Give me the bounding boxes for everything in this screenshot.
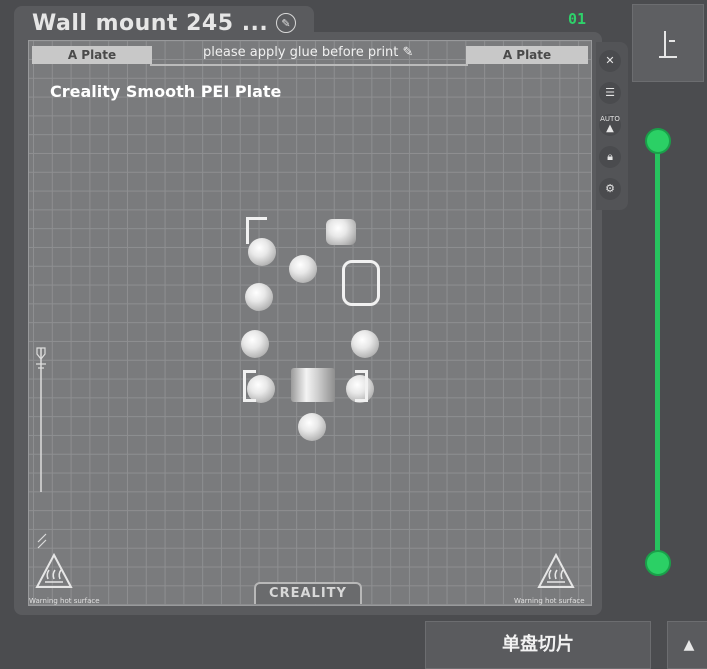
plate-notice-text: please apply glue before print — [203, 45, 399, 60]
model-part[interactable] — [291, 368, 335, 402]
model-part[interactable] — [351, 330, 379, 358]
plate-tab-left: A Plate — [32, 46, 152, 64]
chevron-up-icon: ▲ — [683, 637, 695, 653]
view-toggle-button[interactable] — [632, 4, 704, 82]
more-options-button[interactable]: ▲ — [667, 621, 707, 669]
layer-slider-bottom-handle[interactable] — [645, 550, 671, 576]
hot-surface-warning-icon — [537, 552, 575, 588]
slice-plate-button[interactable]: 单盘切片 — [425, 621, 651, 669]
model-part[interactable] — [243, 370, 256, 402]
pencil-icon: ✎ — [402, 45, 414, 60]
hot-surface-warning-icon — [35, 552, 73, 588]
auto-arrange-icon: ▲ — [606, 123, 614, 134]
pencil-icon: ✎ — [281, 17, 291, 30]
layer-view-icon — [659, 31, 677, 58]
model-part[interactable] — [248, 238, 276, 266]
model-part[interactable] — [355, 370, 368, 402]
gear-icon: ⚙ — [605, 182, 615, 195]
model-part[interactable] — [298, 413, 326, 441]
model-part[interactable] — [241, 330, 269, 358]
close-plate-button[interactable]: ✕ — [599, 50, 621, 72]
build-plate[interactable] — [28, 40, 592, 606]
warning-text-right: Warning hot surface — [514, 597, 585, 605]
layer-slider-track[interactable] — [655, 141, 660, 564]
project-title[interactable]: Wall mount 245 ... — [32, 11, 268, 36]
list-icon: ☰ — [605, 86, 615, 99]
auto-arrange-label: AUTO — [600, 115, 620, 123]
plate-tab-right: A Plate — [466, 46, 588, 64]
axis-indicator — [36, 347, 47, 549]
edit-title-button[interactable]: ✎ — [276, 13, 296, 33]
plate-settings-button[interactable]: ⚙ — [599, 178, 621, 200]
brand-logo: CREALITY — [254, 582, 362, 604]
layer-top-label: 01 — [568, 10, 587, 28]
model-part[interactable] — [245, 283, 273, 311]
model-part[interactable] — [342, 260, 380, 306]
plate-type-label: Creality Smooth PEI Plate — [50, 82, 282, 101]
close-icon: ✕ — [605, 54, 615, 67]
layer-slider-top-handle[interactable] — [645, 128, 671, 154]
model-part[interactable] — [289, 255, 317, 283]
lock-plate-button[interactable]: 🔒︎ — [599, 146, 621, 168]
auto-arrange-button[interactable]: AUTO ▲ — [599, 114, 621, 136]
model-part[interactable] — [326, 219, 356, 245]
plate-notice[interactable]: please apply glue before print ✎ — [203, 45, 413, 60]
warning-text-left: Warning hot surface — [29, 597, 100, 605]
object-list-button[interactable]: ☰ — [599, 82, 621, 104]
lock-icon: 🔒︎ — [607, 150, 613, 163]
